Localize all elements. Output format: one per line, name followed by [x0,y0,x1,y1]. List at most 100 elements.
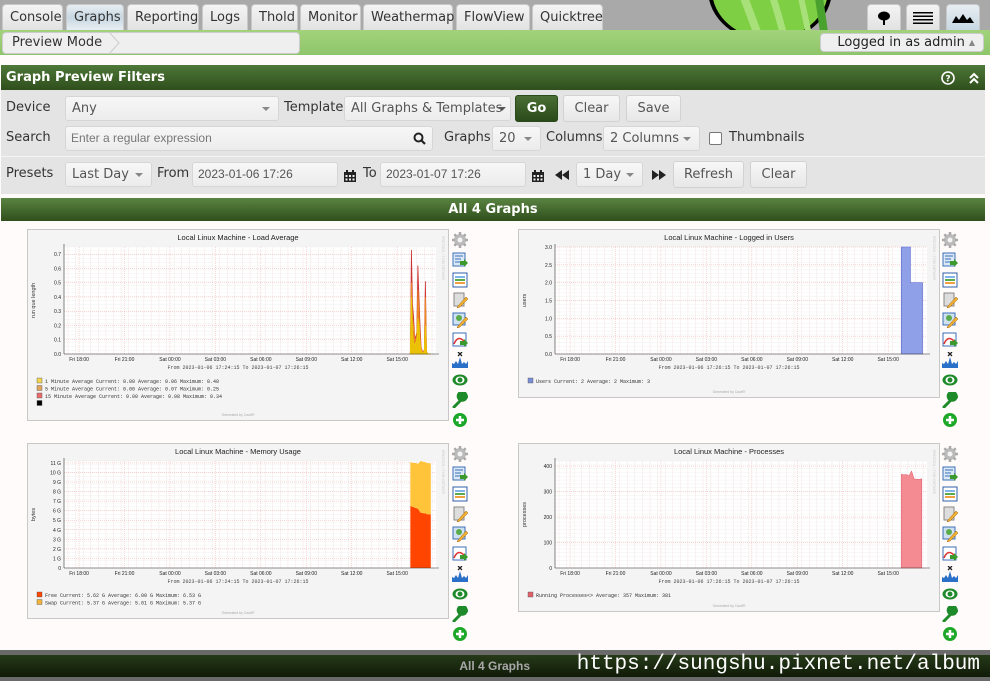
add-icon[interactable] [942,412,958,428]
tab-graphs[interactable]: Graphs [66,4,124,30]
x-tick-label: Sat 06:00 [250,571,272,577]
graph-export-icon[interactable] [942,332,958,348]
series-area-free [410,505,431,568]
realtime-icon[interactable] [452,565,468,582]
view-icon[interactable] [942,586,958,602]
tree-view-button[interactable] [867,4,901,30]
tab-console[interactable]: Console [2,4,63,30]
from-date-input[interactable]: 2023-01-06 17:26 [192,162,338,187]
presets-select[interactable]: Last Day [65,162,152,187]
graph-load-average[interactable]: Local Linux Machine - Load Average run qu… [27,229,449,421]
realtime-icon[interactable] [942,351,958,368]
clear-timespan-button[interactable]: Clear [750,161,807,188]
data-list-icon[interactable] [452,272,468,288]
graph-logged-in-users[interactable]: Local Linux Machine - Logged in Users use… [518,229,940,398]
wrench-icon[interactable] [452,604,469,623]
gear-icon[interactable] [452,232,468,248]
shift-left-icon[interactable] [555,170,569,180]
legend-entry: Swap Current: 5.37 G Average: 5.01 G Max… [45,601,201,607]
top-nav: Console Graphs Reporting Logs Thold Moni… [0,0,990,30]
timespan-select[interactable]: 1 Day [576,162,643,187]
legend-swatch [36,599,43,605]
list-view-button[interactable] [906,4,940,30]
add-icon[interactable] [452,412,468,428]
collapse-icon[interactable] [969,72,979,84]
wrench-icon[interactable] [942,390,959,409]
to-date-input[interactable]: 2023-01-07 17:26 [380,162,526,187]
edit-template-icon[interactable] [942,292,959,309]
graph-memory-usage[interactable]: Local Linux Machine - Memory Usage bytes R… [27,443,449,619]
range-text: From 2023-01-06 17:24:15 To 2023-01-07 1… [167,579,308,585]
help-icon[interactable]: ? [941,70,955,85]
data-list-icon[interactable] [942,272,958,288]
add-icon[interactable] [452,626,468,642]
search-input[interactable]: Enter a regular expression [65,126,433,151]
edit-template-icon[interactable] [942,506,959,523]
device-select[interactable]: Any [65,96,279,121]
tab-weathermap[interactable]: Weathermap [363,4,454,30]
clear-button[interactable]: Clear [563,95,620,122]
graph-export-icon[interactable] [452,332,468,348]
chevron-down-icon [683,137,691,141]
graph-processes[interactable]: Local Linux Machine - Processes processes… [518,443,940,612]
wrench-icon[interactable] [452,390,469,409]
breadcrumb[interactable]: Preview Mode [2,32,300,54]
calendar-icon[interactable] [344,170,356,182]
filters-header: Graph Preview Filters ? [1,65,985,90]
user-menu[interactable]: Logged in as admin ▲ [820,33,984,52]
add-icon[interactable] [942,626,958,642]
graph-actions [940,446,960,646]
export-graph-icon[interactable] [452,466,468,482]
edit-device-icon[interactable] [942,526,959,543]
calendar-icon[interactable] [532,170,544,182]
graphs-per-page-select[interactable]: 20 [492,126,541,151]
go-button[interactable]: Go [515,95,558,122]
tab-flowview[interactable]: FlowView [456,4,530,30]
legend-swatch [36,591,43,598]
edit-device-icon[interactable] [942,312,959,329]
refresh-button[interactable]: Refresh [673,161,744,188]
generated-by: Generated by Cacti® [713,604,746,608]
tab-monitor[interactable]: Monitor [300,4,361,30]
realtime-icon[interactable] [452,351,468,368]
view-icon[interactable] [452,586,468,602]
export-graph-icon[interactable] [942,252,958,268]
view-icon[interactable] [452,372,468,388]
edit-template-icon[interactable] [452,506,469,523]
search-icon[interactable] [413,132,426,145]
x-tick-label: Sat 15:00 [877,571,899,577]
edit-device-icon[interactable] [452,526,469,543]
export-graph-icon[interactable] [942,466,958,482]
data-list-icon[interactable] [452,486,468,502]
columns-select[interactable]: 2 Columns [603,126,700,151]
gear-icon[interactable] [452,446,468,462]
breadcrumb-item-preview-mode[interactable]: Preview Mode [12,35,102,50]
thumbnails-checkbox[interactable] [709,132,722,145]
view-icon[interactable] [942,372,958,388]
gear-icon[interactable] [942,446,958,462]
wrench-icon[interactable] [942,604,959,623]
x-tick-label: Sat 03:00 [696,571,718,577]
rrdtool-watermark: RRDTOOL / TOBI OETIKER [441,236,445,281]
edit-template-icon[interactable] [452,292,469,309]
data-list-icon[interactable] [942,486,958,502]
tab-thold[interactable]: Thold [251,4,298,30]
realtime-icon[interactable] [942,565,958,582]
graph-export-icon[interactable] [452,546,468,562]
save-button[interactable]: Save [626,95,681,122]
shift-right-icon[interactable] [652,170,666,180]
edit-device-icon[interactable] [452,312,469,329]
graph-export-icon[interactable] [942,546,958,562]
y-tick-label: 9 G [53,480,61,486]
preview-view-button[interactable] [946,4,980,30]
export-graph-icon[interactable] [452,252,468,268]
x-tick-label: Sat 12:00 [341,357,363,363]
template-select[interactable]: All Graphs & Templates [344,96,511,121]
tab-reporting[interactable]: Reporting [127,4,199,30]
tab-logs[interactable]: Logs [202,4,248,30]
gear-icon[interactable] [942,232,958,248]
y-tick-label: 10 G [50,470,61,476]
x-tick-label: Fri 18:00 [560,571,580,577]
tab-quicktree[interactable]: Quicktree [532,4,603,30]
chart-svg: Local Linux Machine - Processes processes… [522,447,936,608]
